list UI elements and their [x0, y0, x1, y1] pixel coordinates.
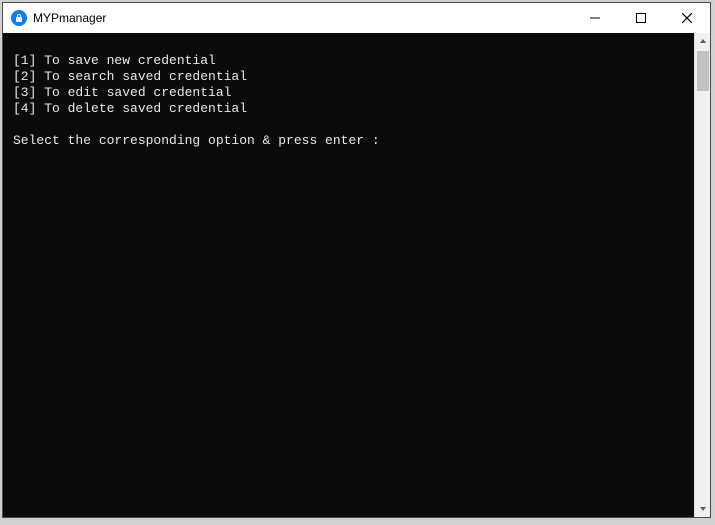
- window-controls: [572, 3, 710, 33]
- close-button[interactable]: [664, 3, 710, 33]
- titlebar[interactable]: MYPmanager: [3, 3, 710, 33]
- menu-option-2: [2] To search saved credential: [13, 69, 684, 85]
- client-area: [1] To save new credential[2] To search …: [3, 33, 710, 517]
- menu-option-1: [1] To save new credential: [13, 53, 684, 69]
- menu-option-3: [3] To edit saved credential: [13, 85, 684, 101]
- lock-icon: [11, 10, 27, 26]
- prompt-text: Select the corresponding option & press …: [13, 133, 684, 149]
- terminal-output[interactable]: [1] To save new credential[2] To search …: [3, 33, 694, 517]
- window-title: MYPmanager: [33, 11, 106, 25]
- app-window: MYPmanager [1] To save new credential[2]…: [2, 2, 711, 518]
- maximize-button[interactable]: [618, 3, 664, 33]
- vertical-scrollbar[interactable]: [694, 33, 710, 517]
- scroll-up-button[interactable]: [695, 33, 710, 49]
- minimize-button[interactable]: [572, 3, 618, 33]
- scroll-down-button[interactable]: [695, 501, 710, 517]
- menu-option-4: [4] To delete saved credential: [13, 101, 684, 117]
- scroll-thumb[interactable]: [697, 51, 709, 91]
